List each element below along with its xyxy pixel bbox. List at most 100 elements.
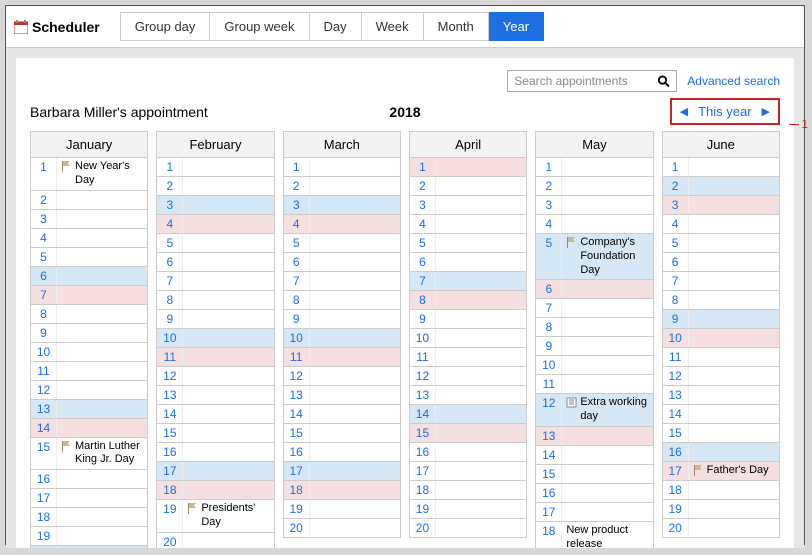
- day-number[interactable]: 13: [536, 427, 562, 445]
- day-number[interactable]: 2: [410, 177, 436, 195]
- day-row[interactable]: 1New Year's Day: [31, 158, 147, 191]
- day-event[interactable]: Father's Day: [689, 462, 779, 480]
- day-row[interactable]: 20: [410, 519, 526, 538]
- day-row[interactable]: 19: [284, 500, 400, 519]
- day-row[interactable]: 6: [536, 280, 652, 299]
- day-number[interactable]: 14: [157, 405, 183, 423]
- day-row[interactable]: 5: [31, 248, 147, 267]
- day-row[interactable]: 18: [31, 508, 147, 527]
- advanced-search-link[interactable]: Advanced search: [687, 74, 780, 88]
- day-row[interactable]: 20: [31, 546, 147, 548]
- day-row[interactable]: 2: [157, 177, 273, 196]
- day-event[interactable]: New Year's Day: [57, 158, 147, 190]
- day-number[interactable]: 4: [663, 215, 689, 233]
- this-year-link[interactable]: This year: [698, 104, 751, 119]
- day-row[interactable]: 6: [663, 253, 779, 272]
- day-number[interactable]: 9: [284, 310, 310, 328]
- day-number[interactable]: 10: [284, 329, 310, 347]
- day-number[interactable]: 6: [663, 253, 689, 271]
- day-row[interactable]: 1: [284, 158, 400, 177]
- day-number[interactable]: 18: [536, 522, 562, 548]
- day-row[interactable]: 8: [410, 291, 526, 310]
- day-number[interactable]: 5: [31, 248, 57, 266]
- day-row[interactable]: 8: [284, 291, 400, 310]
- day-number[interactable]: 20: [284, 519, 310, 537]
- day-row[interactable]: 6: [157, 253, 273, 272]
- day-number[interactable]: 16: [410, 443, 436, 461]
- day-number[interactable]: 11: [410, 348, 436, 366]
- day-row[interactable]: 16: [663, 443, 779, 462]
- day-number[interactable]: 19: [663, 500, 689, 518]
- day-number[interactable]: 8: [410, 291, 436, 309]
- view-tab-group-week[interactable]: Group week: [210, 12, 309, 41]
- day-row[interactable]: 10: [284, 329, 400, 348]
- day-row[interactable]: 13: [536, 427, 652, 446]
- day-number[interactable]: 11: [157, 348, 183, 366]
- day-row[interactable]: 15: [284, 424, 400, 443]
- prev-year-arrow[interactable]: ◀: [680, 105, 688, 118]
- day-row[interactable]: 18: [410, 481, 526, 500]
- day-number[interactable]: 10: [663, 329, 689, 347]
- day-row[interactable]: 6: [31, 267, 147, 286]
- day-row[interactable]: 1: [663, 158, 779, 177]
- day-number[interactable]: 18: [663, 481, 689, 499]
- day-row[interactable]: 2: [31, 191, 147, 210]
- day-row[interactable]: 8: [663, 291, 779, 310]
- day-row[interactable]: 15Martin Luther King Jr. Day: [31, 438, 147, 471]
- day-row[interactable]: 8: [536, 318, 652, 337]
- day-number[interactable]: 12: [31, 381, 57, 399]
- day-row[interactable]: 9: [284, 310, 400, 329]
- day-number[interactable]: 9: [536, 337, 562, 355]
- day-row[interactable]: 2: [410, 177, 526, 196]
- day-row[interactable]: 16: [410, 443, 526, 462]
- day-row[interactable]: 18: [157, 481, 273, 500]
- day-number[interactable]: 7: [31, 286, 57, 304]
- day-row[interactable]: 4: [536, 215, 652, 234]
- day-event[interactable]: Extra working day: [562, 394, 652, 426]
- day-row[interactable]: 8: [31, 305, 147, 324]
- day-row[interactable]: 3: [536, 196, 652, 215]
- day-row[interactable]: 3: [284, 196, 400, 215]
- day-number[interactable]: 3: [284, 196, 310, 214]
- day-row[interactable]: 10: [157, 329, 273, 348]
- day-row[interactable]: 6: [284, 253, 400, 272]
- day-number[interactable]: 1: [536, 158, 562, 176]
- day-number[interactable]: 13: [410, 386, 436, 404]
- day-row[interactable]: 9: [663, 310, 779, 329]
- day-number[interactable]: 5: [536, 234, 562, 279]
- day-number[interactable]: 2: [31, 191, 57, 209]
- day-number[interactable]: 15: [663, 424, 689, 442]
- day-number[interactable]: 13: [284, 386, 310, 404]
- day-row[interactable]: 10: [31, 343, 147, 362]
- day-number[interactable]: 3: [663, 196, 689, 214]
- day-row[interactable]: 17: [157, 462, 273, 481]
- day-row[interactable]: 8: [157, 291, 273, 310]
- day-number[interactable]: 10: [410, 329, 436, 347]
- day-row[interactable]: 9: [157, 310, 273, 329]
- search-icon[interactable]: [657, 74, 670, 88]
- day-row[interactable]: 14: [410, 405, 526, 424]
- day-number[interactable]: 8: [284, 291, 310, 309]
- day-row[interactable]: 19: [31, 527, 147, 546]
- day-row[interactable]: 14: [157, 405, 273, 424]
- day-row[interactable]: 13: [663, 386, 779, 405]
- day-number[interactable]: 18: [284, 481, 310, 499]
- day-row[interactable]: 12: [284, 367, 400, 386]
- day-row[interactable]: 19: [663, 500, 779, 519]
- day-row[interactable]: 17: [410, 462, 526, 481]
- day-row[interactable]: 12: [663, 367, 779, 386]
- day-number[interactable]: 14: [284, 405, 310, 423]
- day-row[interactable]: 15: [410, 424, 526, 443]
- day-number[interactable]: 17: [663, 462, 689, 480]
- day-number[interactable]: 4: [284, 215, 310, 233]
- day-number[interactable]: 1: [284, 158, 310, 176]
- day-number[interactable]: 1: [410, 158, 436, 176]
- day-number[interactable]: 19: [31, 527, 57, 545]
- day-row[interactable]: 16: [157, 443, 273, 462]
- day-number[interactable]: 8: [157, 291, 183, 309]
- day-row[interactable]: 1: [410, 158, 526, 177]
- day-number[interactable]: 16: [536, 484, 562, 502]
- day-row[interactable]: 7: [284, 272, 400, 291]
- day-number[interactable]: 15: [536, 465, 562, 483]
- day-number[interactable]: 3: [157, 196, 183, 214]
